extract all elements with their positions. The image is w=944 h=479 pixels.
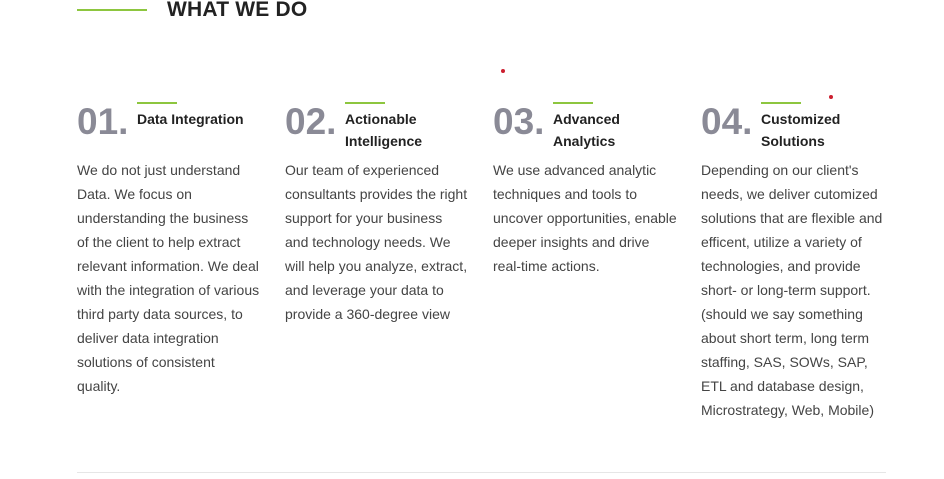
service-card-advanced-analytics: 03. Advanced Analytics We use advanced a… xyxy=(493,102,683,278)
section-title: WHAT WE DO xyxy=(167,0,308,21)
what-we-do-section: WHAT WE DO 01. Data Integration We do no… xyxy=(0,0,944,479)
service-number: 01. xyxy=(77,101,129,142)
service-title: Actionable Intelligence xyxy=(345,111,423,149)
service-title: Customized Solutions xyxy=(761,111,841,149)
service-title: Advanced Analytics xyxy=(553,111,620,149)
service-number: 03. xyxy=(493,101,545,142)
service-description: We use advanced analytic techniques and … xyxy=(493,162,677,274)
service-card-data-integration: 01. Data Integration We do not just unde… xyxy=(77,102,267,398)
service-card-customized-solutions: 04. Customized Solutions Depending on ou… xyxy=(701,102,891,422)
title-accent-line xyxy=(553,102,593,104)
section-divider xyxy=(77,472,886,473)
title-accent-line xyxy=(137,102,177,104)
service-description: Our team of experienced consultants prov… xyxy=(285,162,468,322)
section-heading: WHAT WE DO xyxy=(77,0,307,23)
decorative-dot xyxy=(829,95,833,99)
title-accent-line xyxy=(345,102,385,104)
service-card-actionable-intelligence: 02. Actionable Intelligence Our team of … xyxy=(285,102,475,326)
service-number: 02. xyxy=(285,101,337,142)
service-title: Data Integration xyxy=(137,111,244,127)
service-description: We do not just understand Data. We focus… xyxy=(77,162,260,394)
decorative-dot xyxy=(501,69,505,73)
heading-accent-line xyxy=(77,9,147,11)
title-accent-line xyxy=(761,102,801,104)
service-description: Depending on our client's needs, we deli… xyxy=(701,162,883,418)
service-number: 04. xyxy=(701,101,753,142)
